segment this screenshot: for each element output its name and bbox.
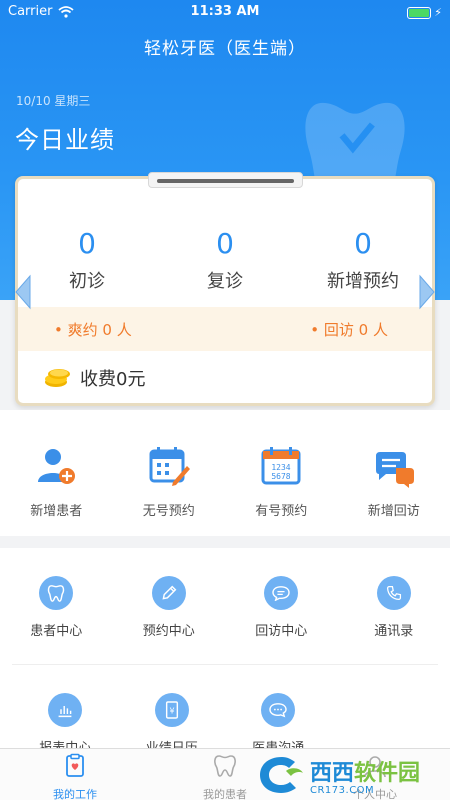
calendar-edit-icon: [149, 447, 190, 486]
module-grid: 患者中心 预约中心 回访中心 通讯录 报表中心: [0, 548, 450, 756]
svg-text:5678: 5678: [272, 472, 291, 481]
card-clip: [148, 172, 303, 188]
chat-icon: [264, 576, 299, 610]
yen-doc-icon: ¥: [154, 693, 189, 727]
appointment-with-number-button[interactable]: 1234 5678 有号预约: [225, 410, 338, 536]
action-label: 有号预约: [255, 504, 308, 519]
clock: 11:33 AM: [190, 4, 260, 19]
coins-icon: [45, 369, 70, 387]
module-appointment-center[interactable]: 预约中心: [113, 548, 226, 664]
tooth-icon: [39, 576, 74, 610]
svg-text:¥: ¥: [169, 707, 174, 716]
tab-label: 我的工作: [53, 788, 97, 800]
action-label: 新增回访: [367, 504, 420, 519]
watermark-main: 西西软件园: [310, 755, 420, 787]
fee-text: 收费0元: [80, 369, 146, 390]
battery: ⚡: [407, 6, 442, 19]
battery-icon: [407, 6, 432, 19]
bar-chart-icon: [48, 693, 83, 727]
tooth-outline-icon: [214, 755, 236, 777]
performance-title: 今日业绩: [15, 126, 115, 154]
module-patient-center[interactable]: 患者中心: [0, 548, 113, 664]
appointment-no-number-button[interactable]: 无号预约: [113, 410, 226, 536]
status-bar: Carrier 11:33 AM ⚡: [0, 0, 450, 24]
watermark-main-b: 软件园: [354, 760, 421, 786]
stat-value: 0: [216, 227, 234, 260]
watermark-main-a: 西西: [310, 760, 355, 786]
module-label: 回访中心: [255, 624, 308, 639]
missed-followup-row: • 爽约 0 人 • 回访 0 人: [18, 307, 432, 351]
phone-icon: [376, 576, 411, 610]
stat-label: 初诊: [69, 271, 105, 292]
stat-return-visit[interactable]: 0 复诊: [156, 227, 294, 293]
watermark-logo-icon: [260, 757, 303, 793]
stat-label: 新增预约: [327, 271, 399, 292]
work-icon: [66, 753, 84, 777]
stat-label: 复诊: [207, 271, 243, 292]
stats-row: 0 初诊 0 复诊 0 新增预约: [18, 227, 432, 293]
chat-bubbles-icon: [375, 452, 414, 488]
next-arrow-icon[interactable]: [418, 274, 436, 310]
stat-value: 0: [354, 227, 372, 260]
add-followup-button[interactable]: 新增回访: [338, 410, 450, 536]
module-label: 通讯录: [374, 624, 414, 639]
missed-count[interactable]: • 爽约 0 人: [54, 319, 132, 340]
stat-first-visit[interactable]: 0 初诊: [18, 227, 156, 293]
site-watermark: 西西软件园 CR173.COM: [256, 750, 450, 800]
summary-card[interactable]: 0 初诊 0 复诊 0 新增预约 • 爽约 0 人 • 回访 0 人 收费0元: [15, 176, 435, 406]
followup-count[interactable]: • 回访 0 人: [310, 319, 388, 340]
date-label: 10/10 星期三: [16, 94, 91, 108]
calendar-number-icon: 1234 5678: [261, 447, 301, 485]
action-label: 无号预约: [142, 504, 195, 519]
charging-icon: ⚡: [434, 6, 442, 19]
stat-value: 0: [78, 227, 96, 260]
prev-arrow-icon[interactable]: [14, 274, 32, 310]
add-patient-icon: [38, 449, 76, 484]
svg-text:1234: 1234: [272, 463, 291, 472]
tab-my-work[interactable]: 我的工作: [0, 749, 150, 800]
add-patient-button[interactable]: 新增患者: [0, 410, 113, 536]
action-label: 新增患者: [30, 504, 83, 519]
message-icon: [261, 693, 296, 727]
module-row: 患者中心 预约中心 回访中心 通讯录: [0, 548, 450, 664]
module-label: 患者中心: [30, 624, 83, 639]
module-contacts[interactable]: 通讯录: [338, 548, 450, 664]
pencil-icon: [151, 576, 186, 610]
fee-row: 收费0元: [44, 365, 145, 391]
watermark-text: 西西软件园 CR173.COM: [310, 755, 420, 796]
quick-actions: 新增患者 无号预约 1234 5678 有号预约 新增回访: [0, 410, 450, 536]
module-followup-center[interactable]: 回访中心: [225, 548, 338, 664]
nav-title: 轻松牙医（医生端）: [144, 39, 306, 59]
stat-new-appointments[interactable]: 0 新增预约: [294, 227, 432, 293]
module-label: 预约中心: [142, 624, 195, 639]
